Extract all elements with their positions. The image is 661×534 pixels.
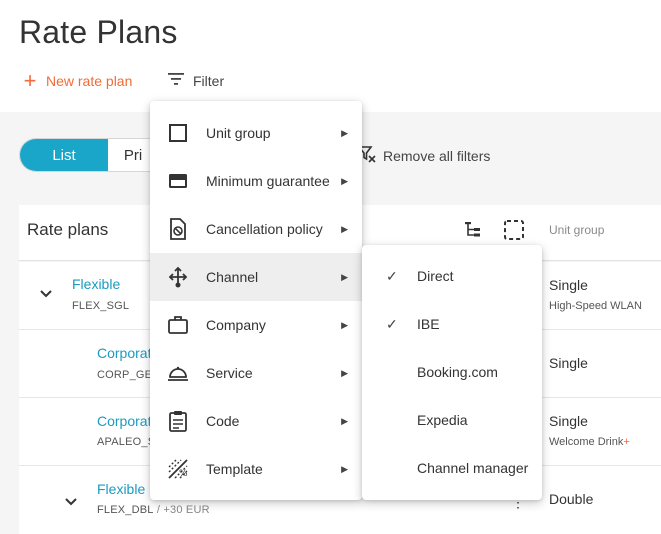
chevron-right-icon: ▶ xyxy=(341,271,348,282)
unit-group-value: Single xyxy=(549,413,588,429)
filter-label: Filter xyxy=(193,72,225,89)
menu-item-label: Company xyxy=(206,317,266,333)
view-toggle-list[interactable]: List xyxy=(20,139,108,171)
chevron-right-icon: ▶ xyxy=(341,127,348,138)
clipboard-icon xyxy=(166,409,190,433)
menu-item-minimum-guarantee[interactable]: Minimum guarantee ▶ xyxy=(150,157,362,205)
page-title: Rate Plans xyxy=(19,14,178,50)
menu-item-code[interactable]: Code ▶ xyxy=(150,397,362,445)
rate-plan-name[interactable]: Corporat xyxy=(97,413,151,429)
chevron-down-icon[interactable] xyxy=(64,494,78,510)
cancel-doc-icon xyxy=(166,217,190,241)
checkmark-icon: ✓ xyxy=(386,267,398,284)
tree-view-icon[interactable] xyxy=(463,219,483,244)
unit-group-value: Double xyxy=(549,491,594,507)
menu-item-label: Channel xyxy=(206,269,259,285)
chevron-right-icon: ▶ xyxy=(341,175,348,186)
channel-option-label: Expedia xyxy=(417,412,468,428)
page-header: Rate Plans + New rate plan Filter xyxy=(0,0,661,112)
menu-item-label: Minimum guarantee xyxy=(206,173,330,189)
new-rate-plan-label: New rate plan xyxy=(46,73,133,89)
rate-plan-code: FLEX_SGL xyxy=(72,300,130,312)
chevron-right-icon: ▶ xyxy=(341,223,348,234)
menu-item-service[interactable]: Service ▶ xyxy=(150,349,362,397)
remove-all-filters-label: Remove all filters xyxy=(383,147,491,164)
channel-option-label: IBE xyxy=(417,316,440,332)
channel-option-label: Channel manager xyxy=(417,460,529,476)
service-name: Welcome Drink xyxy=(549,436,624,448)
filter-icon xyxy=(167,72,185,89)
rate-plan-name[interactable]: Flexible xyxy=(97,481,145,497)
menu-item-template[interactable]: % Template ▶ xyxy=(150,445,362,493)
channel-icon xyxy=(166,265,190,289)
rate-plan-surcharge: / +30 EUR xyxy=(156,504,210,516)
menu-item-label: Code xyxy=(206,413,240,429)
unit-group-value: Single xyxy=(549,355,588,371)
menu-item-channel[interactable]: Channel ▶ xyxy=(150,253,362,301)
menu-item-label: Unit group xyxy=(206,125,271,141)
channel-option-channel-manager[interactable]: Channel manager xyxy=(362,444,542,492)
remove-all-filters-button[interactable]: Remove all filters xyxy=(357,144,490,167)
channel-option-booking-com[interactable]: Booking.com xyxy=(362,348,542,396)
unit-group-column-header: Unit group xyxy=(549,223,605,237)
channel-option-expedia[interactable]: Expedia xyxy=(362,396,542,444)
template-icon: % xyxy=(166,457,190,481)
square-icon xyxy=(166,121,190,145)
menu-item-cancellation-policy[interactable]: Cancellation policy ▶ xyxy=(150,205,362,253)
menu-item-label: Cancellation policy xyxy=(206,221,323,237)
table-title: Rate plans xyxy=(27,220,109,239)
service-value: Welcome Drink+ xyxy=(549,436,630,448)
unit-group-value: Single xyxy=(549,277,588,293)
rate-plan-code: FLEX_DBL / +30 EUR xyxy=(97,504,210,516)
channel-submenu: ✓ Direct ✓ IBE Booking.com Expedia Chann… xyxy=(362,245,542,500)
rate-plan-code: APALEO_S xyxy=(97,436,156,448)
channel-option-label: Booking.com xyxy=(417,364,498,380)
chevron-right-icon: ▶ xyxy=(341,415,348,426)
rate-plan-code-value: FLEX_DBL xyxy=(97,504,154,516)
svg-text:%: % xyxy=(179,469,188,479)
plus-icon: + xyxy=(23,68,37,93)
select-area-icon[interactable] xyxy=(503,219,525,246)
checkmark-icon: ✓ xyxy=(386,315,398,332)
card-icon xyxy=(166,169,190,193)
menu-item-unit-group[interactable]: Unit group ▶ xyxy=(150,109,362,157)
rate-plan-name[interactable]: Corporat xyxy=(97,345,151,361)
service-mark: + xyxy=(623,436,630,448)
briefcase-icon xyxy=(166,313,190,337)
channel-option-ibe[interactable]: ✓ IBE xyxy=(362,300,542,348)
chevron-right-icon: ▶ xyxy=(341,463,348,474)
rate-plan-name[interactable]: Flexible xyxy=(72,276,120,292)
menu-item-label: Template xyxy=(206,461,263,477)
service-value: High-Speed WLAN xyxy=(549,300,642,312)
chevron-right-icon: ▶ xyxy=(341,319,348,330)
chevron-down-icon[interactable] xyxy=(39,286,53,302)
rate-plan-code: CORP_GE xyxy=(97,369,153,381)
new-rate-plan-button[interactable]: + New rate plan xyxy=(22,68,133,93)
channel-option-label: Direct xyxy=(417,268,454,284)
cloche-icon xyxy=(166,361,190,385)
channel-option-direct[interactable]: ✓ Direct xyxy=(362,252,542,300)
menu-item-label: Service xyxy=(206,365,253,381)
filter-menu: Unit group ▶ Minimum guarantee ▶ Cancell… xyxy=(150,101,362,500)
menu-item-company[interactable]: Company ▶ xyxy=(150,301,362,349)
filter-button[interactable]: Filter xyxy=(167,72,224,89)
chevron-right-icon: ▶ xyxy=(341,367,348,378)
